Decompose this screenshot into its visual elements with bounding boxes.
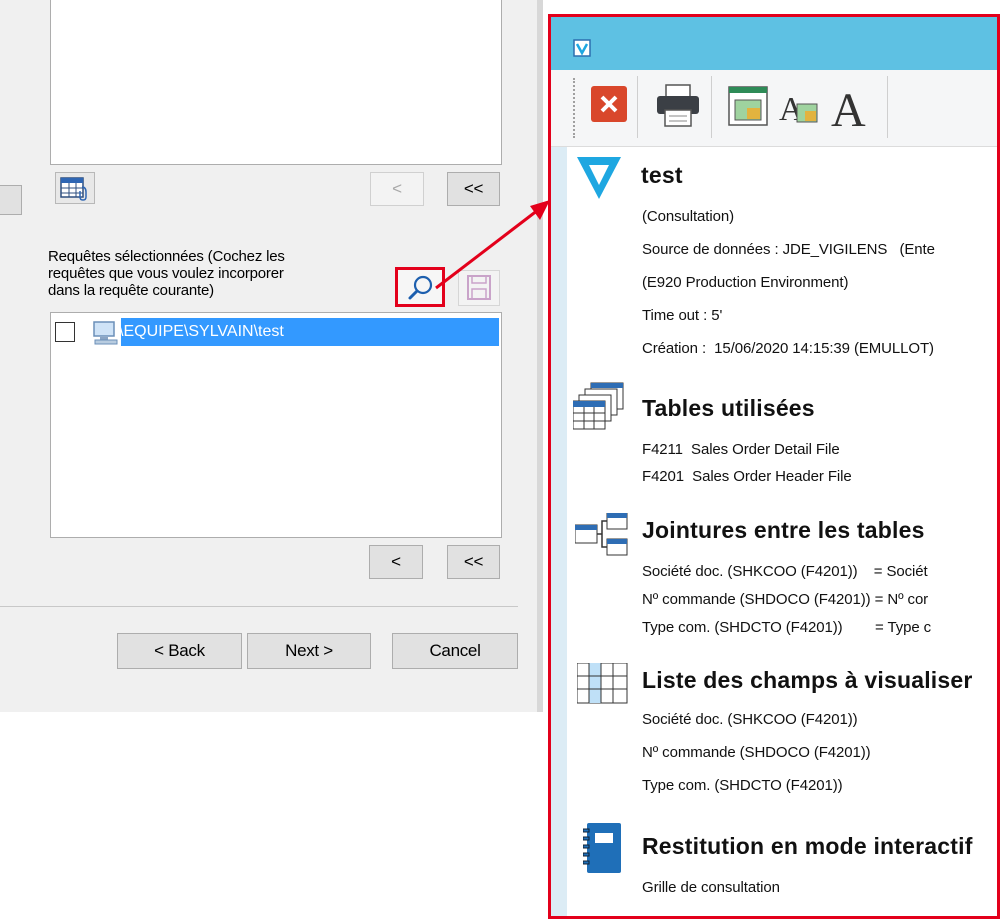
toolbar-divider xyxy=(637,76,638,138)
tables-line: F4211 Sales Order Detail File xyxy=(642,441,840,458)
font-color-icon[interactable]: A xyxy=(777,84,821,128)
joins-line: Type com. (SHDCTO (F4201)) = Type c xyxy=(642,619,932,636)
fields-section-title: Liste des champs à visualiser xyxy=(642,667,973,693)
report-info-line: Time out : 5' xyxy=(642,307,723,324)
cancel-button[interactable]: Cancel xyxy=(392,633,518,669)
list-item-path: \EQUIPE\SYLVAIN\test xyxy=(119,323,284,340)
fields-line: Nº commande (SHDOCO (F4201)) xyxy=(642,744,871,761)
report-body: test (Consultation) Source de données : … xyxy=(567,147,997,916)
report-info-line: (E920 Production Environment) xyxy=(642,274,849,291)
report-titlebar xyxy=(551,17,997,70)
close-report-button[interactable] xyxy=(591,86,627,122)
selected-queries-label-line-3: dans la requête courante) xyxy=(48,282,214,299)
available-queries-list[interactable] xyxy=(50,0,502,165)
toolbar-divider-2 xyxy=(711,76,712,138)
wizard-dialog: < << Requêtes sélectionnées (Cochez les … xyxy=(0,0,538,712)
close-icon xyxy=(600,95,618,113)
tables-icon xyxy=(573,382,624,430)
svg-text:A: A xyxy=(831,84,866,132)
joins-line: Nº commande (SHDOCO (F4201)) = Nº cor xyxy=(642,591,929,608)
tables-line: F4201 Sales Order Header File xyxy=(642,468,852,485)
left-edge-button[interactable] xyxy=(0,185,22,215)
restitution-section-title: Restitution en mode interactif xyxy=(642,833,973,859)
table-attach-icon xyxy=(60,177,87,201)
joins-section-title: Jointures entre les tables xyxy=(642,517,925,543)
remove-one-selected-button[interactable]: < xyxy=(369,545,423,579)
selected-queries-list[interactable]: \EQUIPE\SYLVAIN\test xyxy=(50,312,502,538)
remove-all-selected-button[interactable]: << xyxy=(447,545,500,579)
remove-one-available-button[interactable]: < xyxy=(370,172,424,206)
separator xyxy=(0,606,518,607)
layout-icon[interactable] xyxy=(726,84,770,128)
report-info-line: (Consultation) xyxy=(642,208,734,225)
computer-icon xyxy=(93,321,118,345)
joins-line: Société doc. (SHKCOO (F4201)) = Sociét xyxy=(642,563,928,580)
tables-section-title: Tables utilisées xyxy=(642,395,815,421)
columns-icon xyxy=(577,663,628,704)
selected-queries-label-line-2: requêtes que vous voulez incorporer xyxy=(48,265,284,282)
fields-line: Société doc. (SHKCOO (F4201)) xyxy=(642,711,858,728)
notebook-icon xyxy=(583,823,621,873)
pointer-arrow xyxy=(435,200,550,290)
fields-line: Type com. (SHDCTO (F4201)) xyxy=(642,777,843,794)
joins-icon xyxy=(575,513,628,556)
report-preview-window: A A test (Consultation) Source de donnée… xyxy=(548,14,1000,919)
back-button[interactable]: < Back xyxy=(117,633,242,669)
selected-queries-label-line-1: Requêtes sélectionnées (Cochez les xyxy=(48,248,285,265)
toolbar-divider-3 xyxy=(887,76,888,138)
report-info-line: Source de données : JDE_VIGILENS (Ente xyxy=(642,241,935,258)
report-left-strip xyxy=(551,147,567,916)
report-info-line: Création : 15/06/2020 14:15:39 (EMULLOT) xyxy=(642,340,934,357)
report-toolbar: A A xyxy=(551,70,997,147)
dialog-edge xyxy=(537,0,543,712)
app-icon xyxy=(573,39,591,57)
table-attach-button[interactable] xyxy=(55,172,95,204)
font-icon[interactable]: A xyxy=(827,80,875,132)
toolbar-grip xyxy=(573,78,577,138)
list-item[interactable]: \EQUIPE\SYLVAIN\test xyxy=(51,318,499,348)
vigilens-logo-icon xyxy=(577,157,621,199)
next-button[interactable]: Next > xyxy=(247,633,371,669)
item-checkbox[interactable] xyxy=(55,322,75,342)
selected-queries-label: Requêtes sélectionnées (Cochez les requê… xyxy=(48,248,368,299)
report-title: test xyxy=(641,162,683,188)
restitution-line: Grille de consultation xyxy=(642,879,780,896)
print-icon[interactable] xyxy=(653,82,703,130)
